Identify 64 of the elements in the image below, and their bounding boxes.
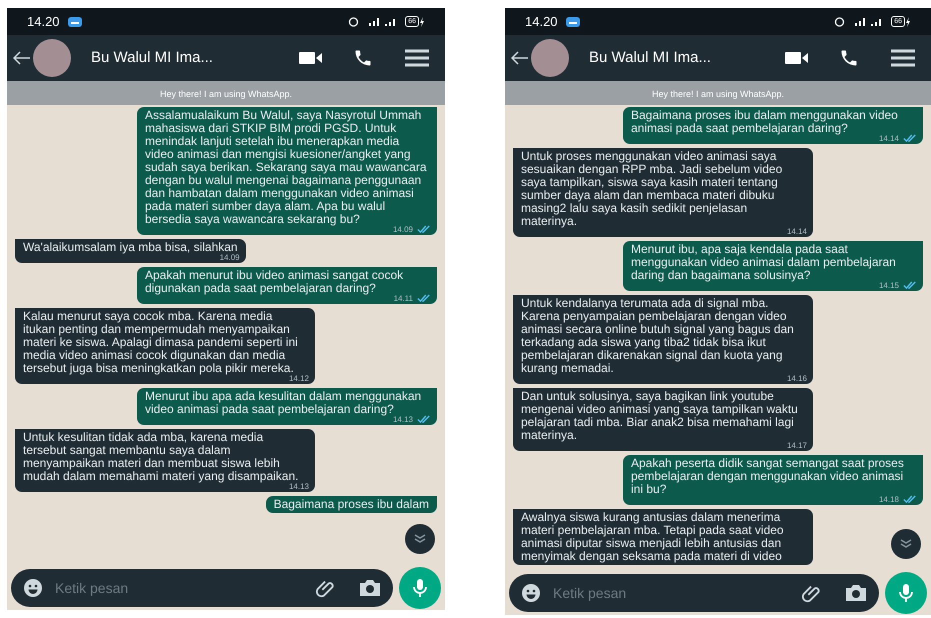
alarm-icon [348, 16, 360, 27]
message-time: 14.16 [786, 374, 807, 383]
message-text: Assalamualaikum Bu Walul, saya Nasyrotul Ummah mahasiswa dari STKIP BIM prodi PGSD. Untuk menindak lanjuti setelah ibu menerapkan media video animasi dan mengisi kuesioner/angket yang sudah saya berikan. Sekarang saya mau wawancara dengan bu walul mengenai bagaimana penggunaan dan hambatan dalam menggunakan video animasi pada materi sumber daya alam. Apa bu walul bersedia saya wawancara sekarang bu? [145, 109, 428, 226]
message-time: 14.09 [220, 253, 240, 262]
double-chevron-down-icon [414, 534, 426, 544]
message-time: 14.11 [394, 294, 413, 303]
notification-icon [68, 16, 82, 26]
message-time: 14.13 [392, 415, 413, 424]
message-text: Awalnya siswa kurang antusias dalam menerima materi pembelajaran mba. Tetapi pada saat video animasi diputar siswa menjadi lebih antusias dan menyimak dengan seksama pada materi di video [521, 511, 785, 563]
message-input[interactable]: Ketik pesan [11, 569, 393, 607]
notification-icon [566, 16, 580, 26]
message-text: Bagaimana proses ibu dalam menggunakan video animasi pada saat pembelajaran daring? [631, 109, 899, 135]
message-text: Menurut ibu apa ada kesulitan dalam menggunakan video animasi pada saat pembelajaran daring? [145, 390, 422, 416]
menu-icon[interactable] [891, 49, 915, 67]
clock-time: 14.20 [27, 12, 60, 31]
message-text: Kalau menurut saya cocok mba. Karena media itukan penting dan mempermudah menyampaikan materi ke siswa. Apalagi dimasa pandemi seperti ini media video animasi cocok digunakan dan media tersebut juga bisa meningkatkan pola pikir mereka. [23, 310, 299, 375]
avatar[interactable] [33, 39, 71, 77]
contact-name[interactable]: Bu Walul MI Ima... [589, 46, 711, 70]
video-call-icon[interactable] [299, 51, 323, 65]
back-arrow-icon[interactable] [13, 51, 31, 65]
message-input[interactable]: Ketik pesan [509, 574, 879, 612]
message-text: Untuk kesulitan tidak ada mba, karena media tersebut sangat membantu saya dalam menyampaikan materi dan membuat siswa lebih mudah dalam memahami materi yang disampaikan. [23, 431, 300, 483]
message-time: 14.09 [392, 225, 413, 234]
camera-icon[interactable] [845, 584, 867, 602]
voice-message-button[interactable] [399, 567, 441, 609]
message-text: Untuk proses menggunakan video animasi saya sesuaikan dengan RPP mba. Jadi sebelum video saya tampilkan, siswa saya kasih materi tentang sumber daya alam dan membaca materi dibuku masing2 lalu saya kasih sedikit penjelasan materinya. [521, 150, 784, 228]
signal-icon [367, 16, 398, 27]
video-call-icon[interactable] [785, 51, 809, 65]
back-arrow-icon[interactable] [511, 51, 529, 65]
phone-icon[interactable] [353, 48, 373, 68]
message-time: 14.14 [878, 134, 899, 143]
message-text: Bagaimana proses ibu dalam [274, 498, 429, 511]
voice-message-button[interactable] [885, 572, 927, 614]
contact-status: Hey there! I am using WhatsApp. [652, 89, 784, 99]
double-chevron-down-icon [900, 539, 912, 549]
message-time: 14.18 [878, 495, 899, 504]
camera-icon[interactable] [359, 579, 381, 597]
emoji-icon[interactable] [521, 583, 541, 603]
scroll-down-button[interactable] [891, 529, 921, 559]
charging-icon [419, 16, 425, 26]
message-time: 14.12 [288, 374, 309, 383]
microphone-icon [899, 583, 913, 603]
microphone-icon [413, 578, 427, 598]
message-time: 14.17 [786, 441, 807, 450]
message-text: Dan untuk solusinya, saya bagikan link youtube mengenai video animasi yang saya tampilkan waktu pelajaran tadi mba. Biar anak2 bisa memahami lagi materinya. [521, 390, 799, 442]
emoji-icon[interactable] [23, 578, 43, 598]
message-time: 14.13 [288, 482, 309, 491]
avatar[interactable] [531, 39, 569, 77]
contact-status: Hey there! I am using WhatsApp. [160, 89, 292, 99]
signal-icon [853, 16, 884, 27]
message-text: Apakah menurut ibu video animasi sangat cocok digunakan pada saat pembelajaran daring? [145, 269, 404, 295]
menu-icon[interactable] [405, 49, 429, 67]
charging-icon [905, 16, 911, 26]
message-text: Apakah peserta didik sangat semangat saat proses pembelajaran dengan menggunakan video animasi ini bu? [631, 457, 905, 496]
scroll-down-button[interactable] [405, 524, 435, 554]
message-time: 14.15 [878, 281, 899, 290]
message-text: Menurut ibu, apa saja kendala pada saat menggunakan video animasi dalam pembelajaran daring dan bagaimana solusinya? [631, 243, 897, 282]
alarm-icon [834, 16, 846, 27]
message-text: Untuk kendalanya terumata ada di signal mba. Karena penyampaian pembelajaran dengan video animasi secara online butuh signal yang bagus dan terkadang ada siswa yang tiba2 tidak bisa ikut pembelajaran dikarenakan signal dan kuota yang kurang memadai. [521, 297, 795, 375]
clock-time: 14.20 [525, 12, 558, 31]
contact-name[interactable]: Bu Walul MI Ima... [91, 46, 213, 70]
message-text: Wa'alaikumsalam iya mba bisa, silahkan [23, 241, 238, 254]
phone-icon[interactable] [839, 48, 859, 68]
message-time: 14.14 [786, 227, 807, 236]
